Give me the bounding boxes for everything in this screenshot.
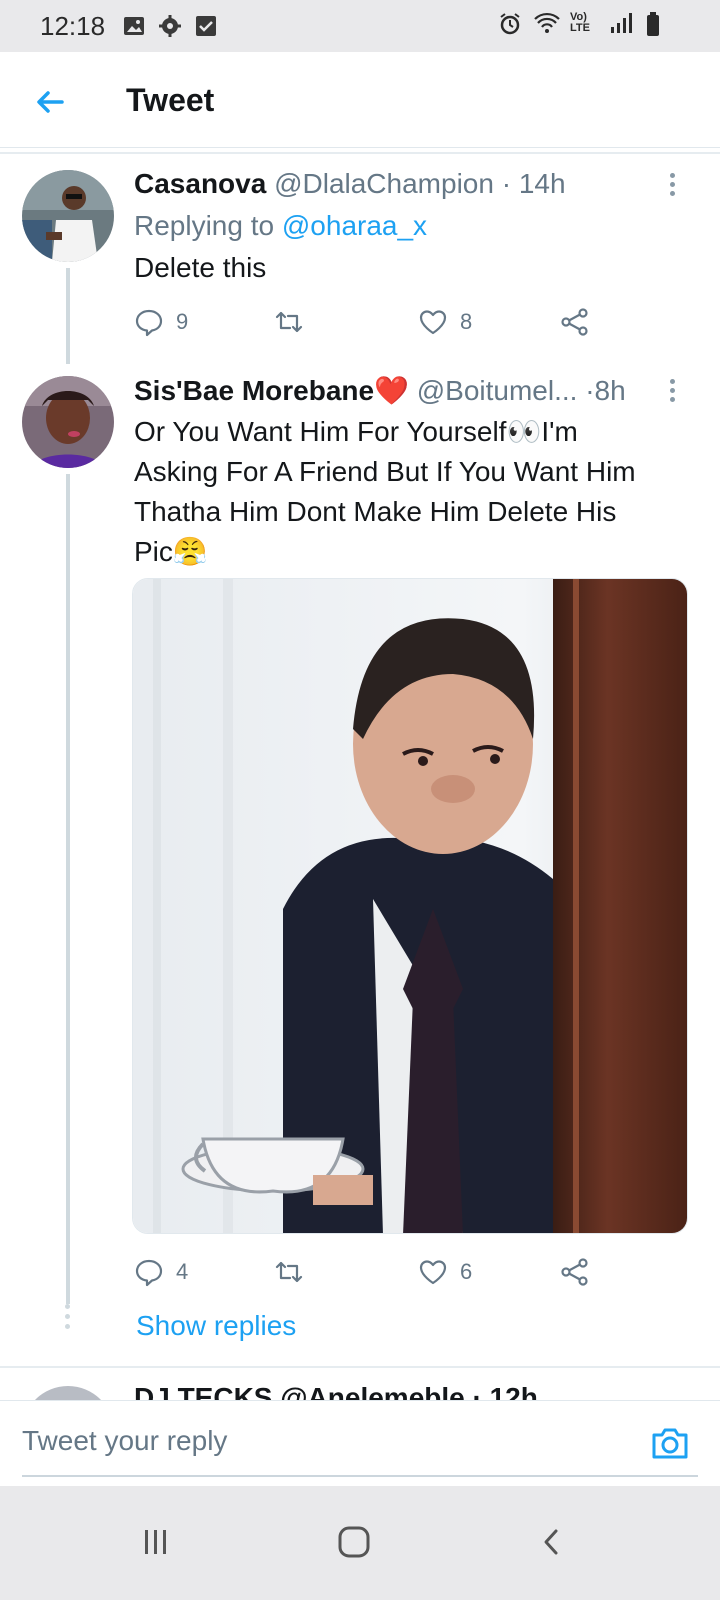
page-title: Tweet (126, 82, 215, 118)
replying-to: Replying to @oharaa_x (134, 210, 427, 242)
tweet-text: Delete this (134, 252, 267, 283)
alarm-icon (498, 12, 520, 35)
volte-icon: Vo) LTE (570, 11, 590, 34)
heart-icon (419, 310, 447, 335)
share-icon (561, 1258, 588, 1286)
more-dot (669, 173, 675, 178)
system-nav-bar (0, 1486, 720, 1600)
tweet-text-line: Pic😤 (134, 536, 208, 567)
tweet-text: Or You Want Him For Yourself👀I'm Asking … (134, 412, 694, 572)
signal-icon (610, 12, 632, 34)
tweet-image[interactable] (132, 578, 688, 1234)
camera-button[interactable] (650, 1423, 690, 1463)
back-icon (544, 1529, 558, 1555)
user-handle[interactable]: @DlalaChampion (274, 168, 494, 199)
thread-dot (65, 1304, 70, 1309)
tweet-text-line: Or You Want Him For Yourself👀I'm (134, 416, 578, 447)
display-name[interactable]: Casanova (134, 168, 266, 199)
mention-link[interactable]: @oharaa_x (282, 210, 427, 241)
separator-dot: · (585, 375, 595, 406)
tweet-header: Sis'Bae Morebane❤️ @Boitumel... ·8h (134, 374, 626, 407)
tweet-header: Casanova @DlalaChampion · 14h (134, 168, 566, 200)
thread-line (66, 268, 70, 364)
recent-apps-icon (145, 1530, 166, 1554)
tweet-text-line: Asking For A Friend But If You Want Him (134, 456, 636, 487)
reply-icon (135, 309, 163, 337)
nav-back-button[interactable] (522, 1512, 582, 1572)
thread-dot (65, 1324, 70, 1329)
home-icon (338, 1526, 370, 1558)
user-handle[interactable]: @Boitumel... (417, 375, 578, 406)
share-button[interactable] (560, 304, 590, 340)
status-right-icons: Vo) LTE (498, 11, 668, 36)
checkbox-icon (195, 15, 217, 37)
avatar[interactable] (22, 376, 114, 468)
recent-apps-button[interactable] (126, 1512, 186, 1572)
avatar[interactable] (22, 170, 114, 262)
tweet-casanova[interactable]: Casanova @DlalaChampion · 14h Replying t… (0, 154, 720, 364)
avatar[interactable] (22, 1386, 114, 1400)
like-button[interactable]: 8 (418, 304, 472, 340)
reply-count: 4 (176, 1259, 189, 1284)
reply-button[interactable]: 9 (134, 304, 188, 340)
section-divider (0, 1366, 720, 1368)
tweet-partial[interactable]: DJ TECKS @Anelemeble · 12h (0, 1372, 720, 1400)
share-icon (561, 308, 588, 336)
reply-count: 9 (176, 309, 189, 334)
separator-dot: · (501, 168, 512, 199)
header: Tweet (0, 52, 720, 148)
reply-bar (0, 1400, 720, 1486)
camera-icon (652, 1428, 688, 1459)
tweet-text-line: Thatha Him Dont Make Him Delete His (134, 496, 617, 527)
status-bar: 12:18 Vo) LTE (0, 0, 720, 52)
replying-prefix: Replying to (134, 210, 275, 241)
like-count: 8 (460, 309, 473, 334)
more-options-button[interactable] (662, 376, 682, 412)
heart-emoji: ❤️ (374, 375, 409, 406)
reply-button[interactable]: 4 (134, 1254, 188, 1290)
back-button[interactable] (30, 82, 70, 122)
more-options-button[interactable] (662, 170, 682, 206)
retweet-icon (275, 1261, 303, 1283)
media-illustration (133, 579, 687, 1233)
heart-icon (419, 1260, 447, 1285)
like-count: 6 (460, 1259, 473, 1284)
tweet-actions: 9 8 (134, 304, 604, 344)
retweet-button[interactable] (274, 304, 316, 340)
more-dot (669, 182, 675, 187)
retweet-icon (275, 311, 303, 333)
tweet-sisbae[interactable]: Sis'Bae Morebane❤️ @Boitumel... ·8h Or Y… (0, 364, 720, 1364)
thread-dot (65, 1314, 70, 1319)
reply-underline (22, 1475, 698, 1477)
more-dot (669, 379, 675, 384)
like-button[interactable]: 6 (418, 1254, 472, 1290)
home-button[interactable] (324, 1512, 384, 1572)
share-button[interactable] (560, 1254, 590, 1290)
show-replies-link[interactable]: Show replies (136, 1310, 296, 1342)
thread-line (66, 474, 70, 1304)
retweet-button[interactable] (274, 1254, 316, 1290)
more-dot (669, 388, 675, 393)
wifi-icon (534, 12, 560, 34)
arrow-left-icon (37, 91, 64, 113)
thread-dots (65, 1304, 71, 1334)
settings-icon (159, 15, 182, 37)
battery-icon (646, 12, 668, 36)
more-dot (669, 191, 675, 196)
tweet-header: DJ TECKS @Anelemeble · 12h (134, 1382, 538, 1400)
image-icon (123, 15, 145, 37)
tweet-actions: 4 6 (134, 1254, 604, 1294)
display-name[interactable]: Sis'Bae Morebane (134, 375, 374, 406)
status-left-icons (123, 15, 217, 37)
tweet-time: 8h (594, 375, 626, 406)
status-time: 12:18 (40, 10, 106, 41)
reply-input[interactable] (22, 1419, 622, 1463)
more-dot (669, 397, 675, 402)
tweet-time: 14h (518, 168, 566, 199)
reply-icon (135, 1259, 163, 1287)
